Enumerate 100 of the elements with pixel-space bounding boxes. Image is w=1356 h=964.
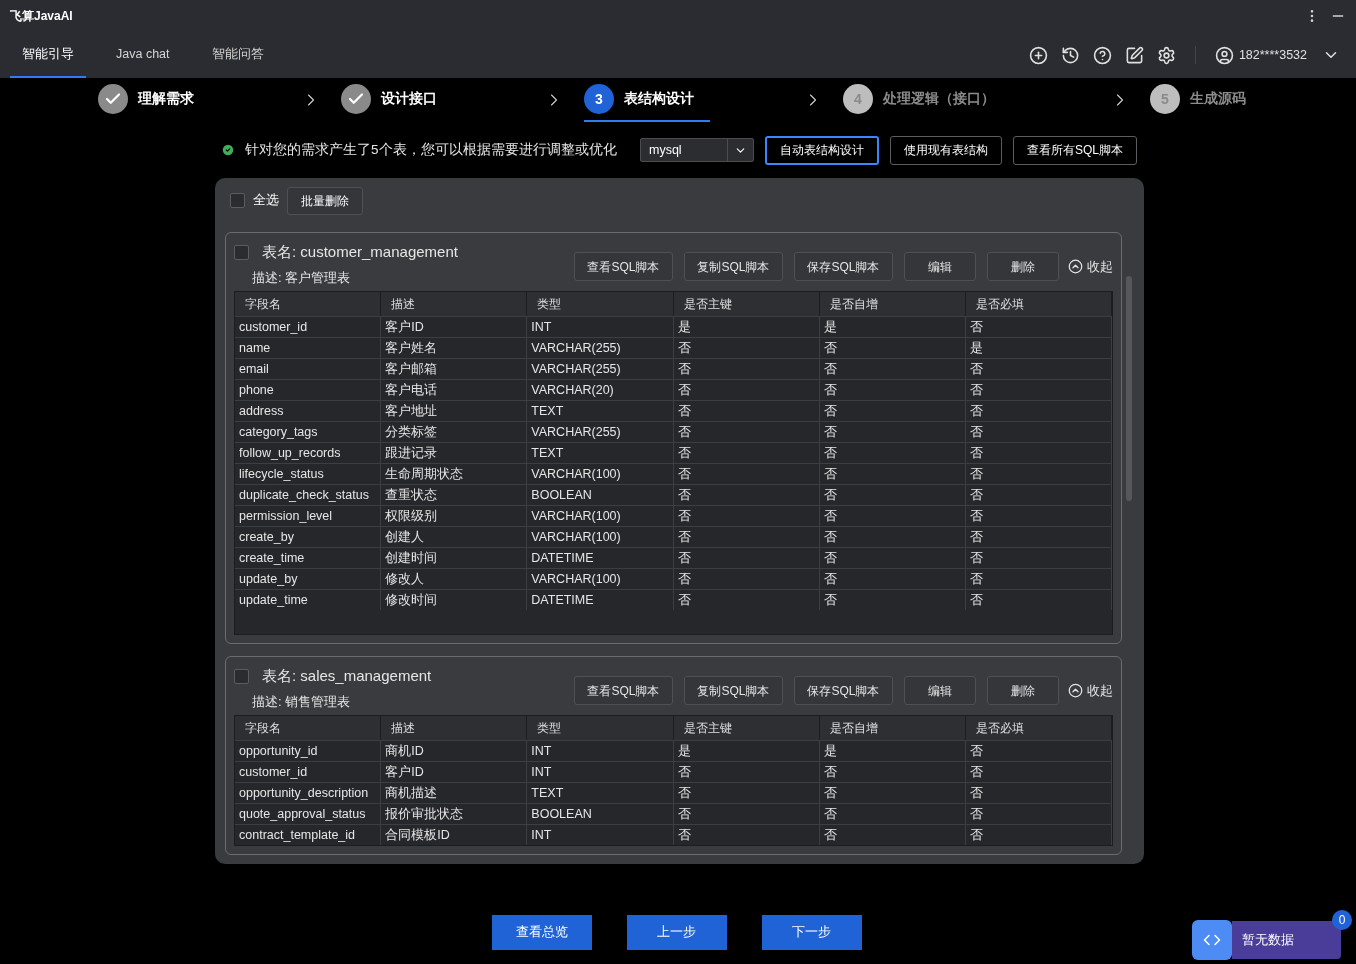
- table-cell: 否: [819, 506, 966, 526]
- table-cell: 否: [673, 569, 820, 589]
- table-cell: 否: [965, 804, 1112, 824]
- nav-button[interactable]: 查看总览: [491, 915, 592, 950]
- table-cell: 否: [673, 762, 820, 782]
- table-cell: 否: [673, 359, 820, 379]
- table-cell: 否: [965, 590, 1112, 610]
- add-icon[interactable]: [1028, 45, 1048, 65]
- nav-button[interactable]: 上一步: [626, 915, 727, 950]
- select-all-label: 全选: [253, 192, 279, 210]
- table-cell: 分类标签: [381, 422, 528, 442]
- collapse-button[interactable]: 收起: [1068, 680, 1113, 701]
- table-cell: 商机ID: [381, 741, 528, 761]
- table-cell: TEXT: [527, 783, 674, 803]
- code-badge-icon[interactable]: [1192, 920, 1232, 960]
- help-icon[interactable]: [1092, 45, 1112, 65]
- table-action-button[interactable]: 保存SQL脚本: [794, 676, 893, 705]
- table-cell: 客户姓名: [381, 338, 528, 358]
- nav-tab[interactable]: 智能引导: [10, 32, 86, 78]
- table-cell: VARCHAR(255): [527, 338, 674, 358]
- table-cell: 创建人: [381, 527, 528, 547]
- table-cell: VARCHAR(100): [527, 506, 674, 526]
- nav-button[interactable]: 下一步: [761, 915, 862, 950]
- table-cell: VARCHAR(20): [527, 380, 674, 400]
- step-tab[interactable]: 设计接口: [341, 78, 453, 122]
- checkbox[interactable]: [234, 668, 249, 684]
- table-cell: INT: [527, 317, 674, 337]
- step-number: 3: [584, 84, 614, 114]
- step-tab[interactable]: 3 表结构设计: [584, 78, 710, 122]
- collapse-button[interactable]: 收起: [1068, 256, 1113, 277]
- table-cell: 否: [965, 317, 1112, 337]
- table-cell: 否: [965, 380, 1112, 400]
- table-action-button[interactable]: 复制SQL脚本: [684, 676, 783, 705]
- table-cell: 否: [673, 443, 820, 463]
- scrollbar[interactable]: [1126, 276, 1132, 501]
- table-cell: 否: [965, 762, 1112, 782]
- user-icon[interactable]: [1214, 45, 1234, 65]
- table-cell: DATETIME: [527, 548, 674, 568]
- table-cell: INT: [527, 762, 674, 782]
- table-cell: 是: [673, 317, 820, 337]
- table-cell: VARCHAR(100): [527, 527, 674, 547]
- table-cell: category_tags: [235, 422, 382, 442]
- table-cell: 修改时间: [381, 590, 528, 610]
- table-cell: 合同模板ID: [381, 825, 528, 845]
- table-cell: 否: [673, 380, 820, 400]
- table-cell: 否: [673, 401, 820, 421]
- table-cell: contract_template_id: [235, 825, 382, 845]
- table-cell: 否: [819, 443, 966, 463]
- table-cell: 否: [673, 506, 820, 526]
- table-action-button[interactable]: 编辑: [904, 252, 976, 281]
- column-header: 类型: [527, 716, 674, 740]
- table-cell: 否: [819, 825, 966, 845]
- action-button[interactable]: 自动表结构设计: [765, 135, 879, 165]
- step-tab[interactable]: 理解需求: [98, 78, 210, 122]
- column-header: 字段名: [235, 716, 382, 740]
- batch-delete-button[interactable]: 批量删除: [287, 186, 363, 215]
- table-cell: opportunity_description: [235, 783, 382, 803]
- table-cell: TEXT: [527, 443, 674, 463]
- database-select[interactable]: mysql: [640, 138, 754, 162]
- table-cell: 否: [965, 359, 1112, 379]
- checkbox[interactable]: [230, 193, 245, 208]
- table-cell: update_time: [235, 590, 382, 610]
- table-cell: 否: [965, 527, 1112, 547]
- action-button[interactable]: 查看所有SQL脚本: [1013, 135, 1137, 165]
- column-header: 是否自增: [819, 716, 966, 740]
- table-cell: 否: [965, 422, 1112, 442]
- table-cell: INT: [527, 825, 674, 845]
- action-button[interactable]: 使用现有表结构: [890, 135, 1002, 165]
- table-cell: 创建时间: [381, 548, 528, 568]
- table-cell: 否: [965, 741, 1112, 761]
- table-action-button[interactable]: 删除: [987, 252, 1059, 281]
- nav-tab[interactable]: Java chat: [104, 32, 182, 78]
- table-cell: 否: [965, 825, 1112, 845]
- table-cell: BOOLEAN: [527, 485, 674, 505]
- settings-icon[interactable]: [1156, 45, 1176, 65]
- column-header: 是否主键: [673, 292, 820, 316]
- nav-tab[interactable]: 智能问答: [199, 32, 276, 78]
- table-cell: 否: [819, 464, 966, 484]
- table-cell: phone: [235, 380, 382, 400]
- history-icon[interactable]: [1060, 45, 1080, 65]
- table-cell: create_by: [235, 527, 382, 547]
- table-action-button[interactable]: 查看SQL脚本: [574, 252, 673, 281]
- table-cell: duplicate_check_status: [235, 485, 382, 505]
- table-action-button[interactable]: 保存SQL脚本: [794, 252, 893, 281]
- table-action-button[interactable]: 复制SQL脚本: [684, 252, 783, 281]
- table-cell: 否: [819, 527, 966, 547]
- edit-icon[interactable]: [1124, 45, 1144, 65]
- collapse-icon: [1068, 259, 1083, 274]
- table-cell: 是: [819, 317, 966, 337]
- table-action-button[interactable]: 查看SQL脚本: [574, 676, 673, 705]
- table-cell: 否: [965, 569, 1112, 589]
- table-cell: update_by: [235, 569, 382, 589]
- table-cell: 否: [819, 338, 966, 358]
- table-action-button[interactable]: 删除: [987, 676, 1059, 705]
- checkbox[interactable]: [234, 244, 249, 260]
- table-cell: 商机描述: [381, 783, 528, 803]
- column-header: 描述: [381, 292, 528, 316]
- table-cell: 是: [819, 741, 966, 761]
- table-action-button[interactable]: 编辑: [904, 676, 976, 705]
- table-cell: 否: [819, 380, 966, 400]
